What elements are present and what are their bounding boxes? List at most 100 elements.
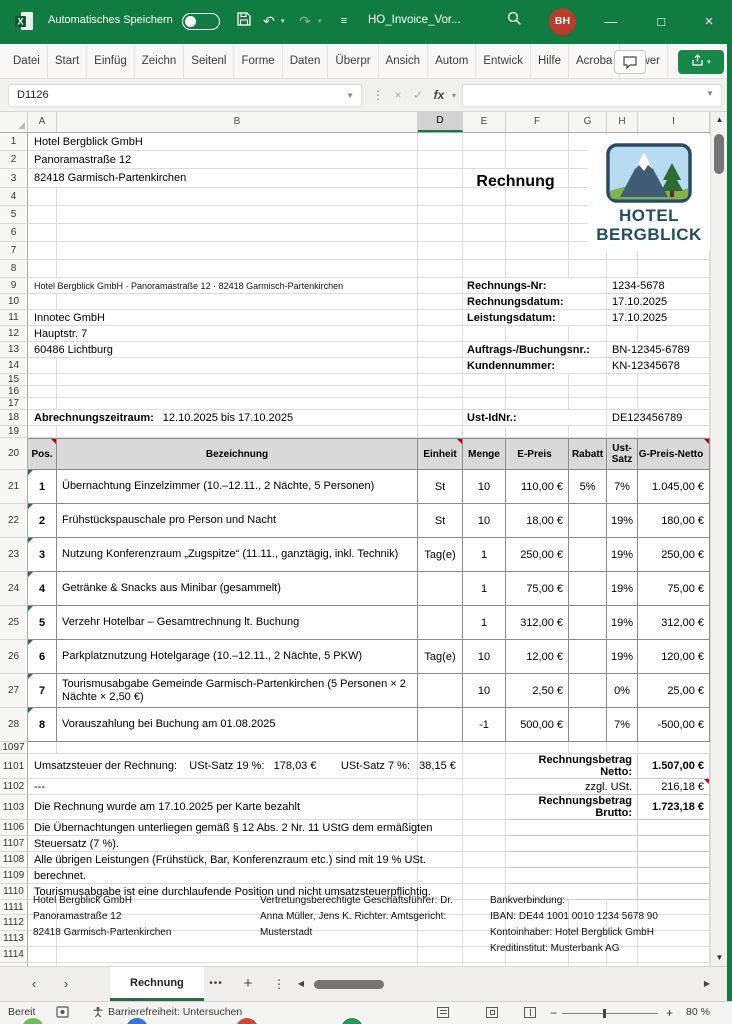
item-unit-cell[interactable] — [418, 674, 463, 708]
items-header-pos[interactable]: Pos. — [28, 438, 57, 470]
document-title[interactable]: HO_Invoice_Vor... — [368, 14, 461, 26]
item-unit-cell[interactable] — [418, 572, 463, 606]
redo-chevron-icon[interactable]: ▾ — [318, 17, 322, 25]
cell-customer-no-label[interactable]: Kundennummer: — [463, 358, 607, 374]
add-sheet-icon[interactable]: + — [238, 967, 258, 1001]
next-sheet-icon[interactable]: › — [56, 967, 76, 1001]
cell-invoice-no-label[interactable]: Rechnungs-Nr: — [463, 278, 607, 294]
formula-bar-expand-icon[interactable]: ▼ — [706, 89, 714, 98]
item-discount-cell[interactable] — [569, 572, 607, 606]
normal-view-icon[interactable] — [437, 1007, 449, 1018]
item-desc-cell[interactable]: Tourismusabgabe Gemeinde Garmisch-Parten… — [57, 674, 418, 708]
cell-vat-id-value[interactable]: DE123456789 — [607, 410, 710, 426]
scroll-down-icon[interactable]: ▼ — [711, 950, 728, 966]
item-desc-cell[interactable]: Parkplatznutzung Hotelgarage (10.–12.11.… — [57, 640, 418, 674]
item-qty-cell[interactable]: 1 — [463, 538, 506, 572]
footer-line[interactable]: 82418 Garmisch-Partenkirchen — [33, 925, 171, 941]
item-price-cell[interactable]: 500,00 € — [506, 708, 569, 742]
item-desc-cell[interactable]: Frühstückspauschale pro Person und Nacht — [57, 504, 418, 538]
items-header-epreis[interactable]: E-Preis — [506, 438, 569, 470]
tab-ansicht[interactable]: Ansich — [379, 44, 429, 78]
item-unit-cell[interactable] — [418, 606, 463, 640]
tab-ueberpruefen[interactable]: Überpr — [328, 44, 378, 78]
item-unit-cell[interactable]: St — [418, 504, 463, 538]
name-box[interactable]: D1126▼ — [8, 84, 362, 107]
item-qty-cell[interactable]: 10 — [463, 674, 506, 708]
tab-start[interactable]: Start — [48, 44, 87, 78]
vertical-scrollbar[interactable]: ▲ ▼ — [710, 112, 727, 966]
item-price-cell[interactable]: 18,00 € — [506, 504, 569, 538]
tab-automatisieren[interactable]: Autom — [428, 44, 476, 78]
cell-order-no-label[interactable]: Auftrags-/Buchungsnr.: — [463, 342, 607, 358]
item-discount-cell[interactable] — [569, 708, 607, 742]
item-price-cell[interactable]: 75,00 € — [506, 572, 569, 606]
row-header[interactable]: 1101 — [0, 754, 28, 779]
col-header-b[interactable]: B — [57, 112, 418, 132]
cancel-icon[interactable]: × — [390, 84, 406, 107]
row-header[interactable]: 1108 — [0, 852, 28, 868]
close-button[interactable]: × — [694, 8, 724, 36]
item-pos-cell[interactable]: 3 — [28, 538, 57, 572]
row-header[interactable]: 5 — [0, 206, 28, 224]
item-desc-cell[interactable]: Übernachtung Einzelzimmer (10.–12.11., 2… — [57, 470, 418, 504]
cell-company-street[interactable]: Panoramastraße 12 — [28, 151, 418, 169]
items-header-gpreis[interactable]: G-Preis-Netto — [638, 438, 710, 470]
footer-line[interactable]: IBAN: DE44 1001 0010 1234 5678 90 — [490, 909, 658, 925]
item-discount-cell[interactable] — [569, 606, 607, 640]
item-pos-cell[interactable]: 5 — [28, 606, 57, 640]
item-vat-cell[interactable]: 19% — [607, 504, 638, 538]
zoom-out-icon[interactable]: − — [550, 1006, 557, 1020]
sheet-tab-rechnung[interactable]: Rechnung — [110, 967, 204, 1001]
cell-separator[interactable]: --- — [28, 779, 418, 795]
minimize-button[interactable]: — — [596, 8, 626, 36]
cell-sender-line[interactable]: Hotel Bergblick GmbH · Panoramastraße 12… — [28, 278, 418, 294]
item-desc-cell[interactable]: Getränke & Snacks aus Minibar (gesammelt… — [57, 572, 418, 606]
cell-company-name[interactable]: Hotel Bergblick GmbH — [28, 133, 418, 151]
item-vat-cell[interactable]: 19% — [607, 606, 638, 640]
share-button[interactable]: ▾ — [678, 50, 724, 74]
item-discount-cell[interactable] — [569, 504, 607, 538]
formula-input[interactable]: ▼ — [462, 84, 722, 107]
row-header[interactable]: 27 — [0, 674, 28, 708]
more-sheets-icon[interactable]: ••• — [204, 967, 228, 1001]
horizontal-scroll-thumb[interactable] — [314, 980, 384, 989]
item-total-cell[interactable]: 25,00 € — [638, 674, 710, 708]
cell-total-brutto-label[interactable]: Rechnungsbetrag Brutto: — [506, 795, 638, 820]
item-price-cell[interactable]: 110,00 € — [506, 470, 569, 504]
undo-chevron-icon[interactable]: ▾ — [281, 17, 285, 25]
item-qty-cell[interactable]: -1 — [463, 708, 506, 742]
cell-service-date-label[interactable]: Leistungsdatum: — [463, 310, 607, 326]
row-header[interactable]: 3 — [0, 169, 28, 188]
row-header[interactable]: 21 — [0, 470, 28, 504]
footer-line[interactable]: Hotel Bergblick GmbH — [33, 893, 171, 909]
col-header-e[interactable]: E — [463, 112, 506, 132]
tab-options-kebab-icon[interactable]: ⋮ — [272, 967, 286, 1001]
zoom-in-icon[interactable]: + — [666, 1006, 673, 1020]
items-header-bezeichnung[interactable]: Bezeichnung — [57, 438, 418, 470]
page-break-view-icon[interactable] — [524, 1007, 536, 1018]
footer-line[interactable]: Kreditinstitut: Musterbank AG — [490, 941, 658, 957]
hscroll-right-icon[interactable]: ▶ — [700, 967, 714, 1001]
col-header-d[interactable]: D — [418, 112, 463, 132]
footer-line[interactable]: Panoramastraße 12 — [33, 909, 171, 925]
cell-vat-id-label[interactable]: Ust-IdNr.: — [463, 410, 607, 426]
accessibility-icon[interactable] — [92, 1006, 104, 1021]
item-vat-cell[interactable]: 7% — [607, 708, 638, 742]
item-qty-cell[interactable]: 10 — [463, 640, 506, 674]
row-header[interactable]: 6 — [0, 224, 28, 242]
cell-company-city[interactable]: 82418 Garmisch-Partenkirchen — [28, 169, 418, 188]
cell-total-brutto-value[interactable]: 1.723,18 € — [638, 795, 710, 820]
col-header-a[interactable]: A — [28, 112, 57, 132]
tab-einfuegen[interactable]: Einfüg — [87, 44, 135, 78]
item-desc-cell[interactable]: Vorauszahlung bei Buchung am 01.08.2025 — [57, 708, 418, 742]
row-header[interactable]: 25 — [0, 606, 28, 640]
item-qty-cell[interactable]: 1 — [463, 572, 506, 606]
select-all-corner[interactable] — [0, 112, 28, 132]
cell-note[interactable]: berechnet. — [28, 868, 418, 884]
row-header[interactable]: 1107 — [0, 836, 28, 852]
item-desc-cell[interactable]: Nutzung Konferenzraum „Zugspitze“ (11.11… — [57, 538, 418, 572]
footer-line[interactable]: Vertretungsberechtigte Geschäftsführer: … — [260, 893, 453, 909]
item-pos-cell[interactable]: 2 — [28, 504, 57, 538]
row-header[interactable]: 14 — [0, 358, 28, 374]
item-vat-cell[interactable]: 19% — [607, 640, 638, 674]
